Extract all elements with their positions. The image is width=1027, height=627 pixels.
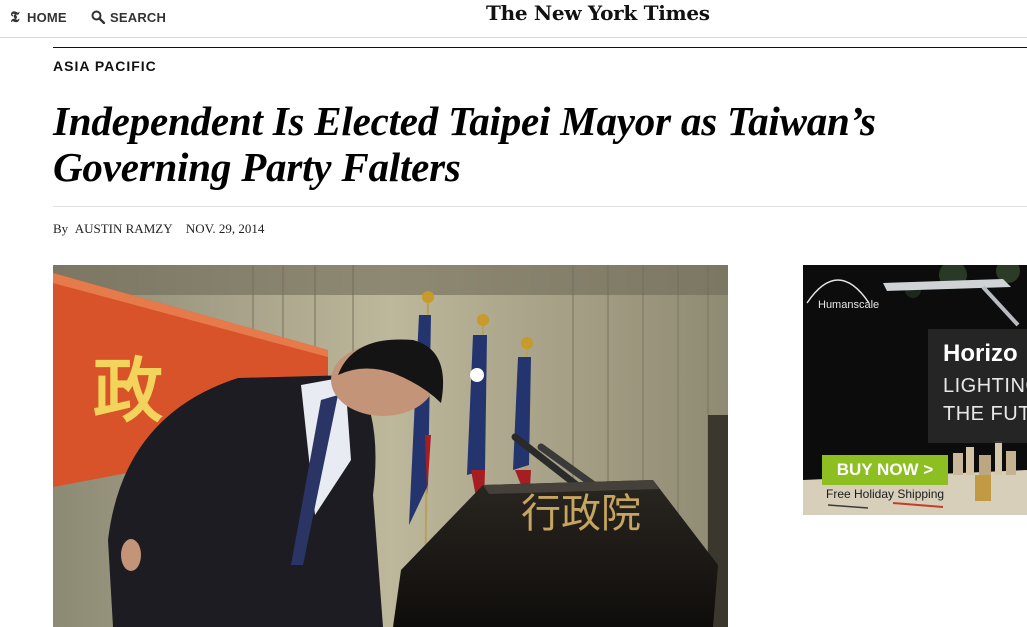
author-link[interactable]: AUSTIN RAMZY [75,221,173,236]
byline-prefix: By [53,221,69,236]
ad-brand: Humanscale [818,299,880,311]
ad-tagline-2: THE FUT [943,403,1027,425]
section-kicker[interactable]: ASIA PACIFIC [53,58,157,74]
home-link[interactable]: 𝕿 HOME [8,8,67,26]
publish-date: NOV. 29, 2014 [185,221,265,236]
nyt-logo[interactable]: The New York Times [486,1,710,25]
ad-shipping-note: Free Holiday Shipping [826,487,945,501]
ad-title: Horizo [943,340,1018,367]
home-label: HOME [27,9,67,25]
masthead: 𝕿 HOME SEARCH The New York Times [0,0,1027,38]
podium-inscription: 行政院 [521,491,641,537]
lead-photo[interactable]: 行政院 政 [53,265,728,627]
article-headline: Independent Is Elected Taipei Mayor as T… [53,98,876,190]
search-button[interactable]: SEARCH [91,8,166,26]
byline: By AUSTIN RAMZY NOV. 29, 2014 [53,221,264,237]
section-divider [53,47,1027,48]
headline-divider [53,206,1027,207]
banner-character: 政 [93,349,163,432]
buy-now-button[interactable]: BUY NOW > [822,455,948,485]
nyt-t-icon: 𝕿 [10,8,20,26]
search-icon [91,10,105,24]
ad-tagline-1: LIGHTING [943,375,1027,397]
advertisement[interactable]: Humanscale Horizo LIGHTING THE FUT BUY N… [803,265,1027,515]
photo-illustration: 行政院 政 [53,265,728,627]
search-label: SEARCH [110,9,167,25]
